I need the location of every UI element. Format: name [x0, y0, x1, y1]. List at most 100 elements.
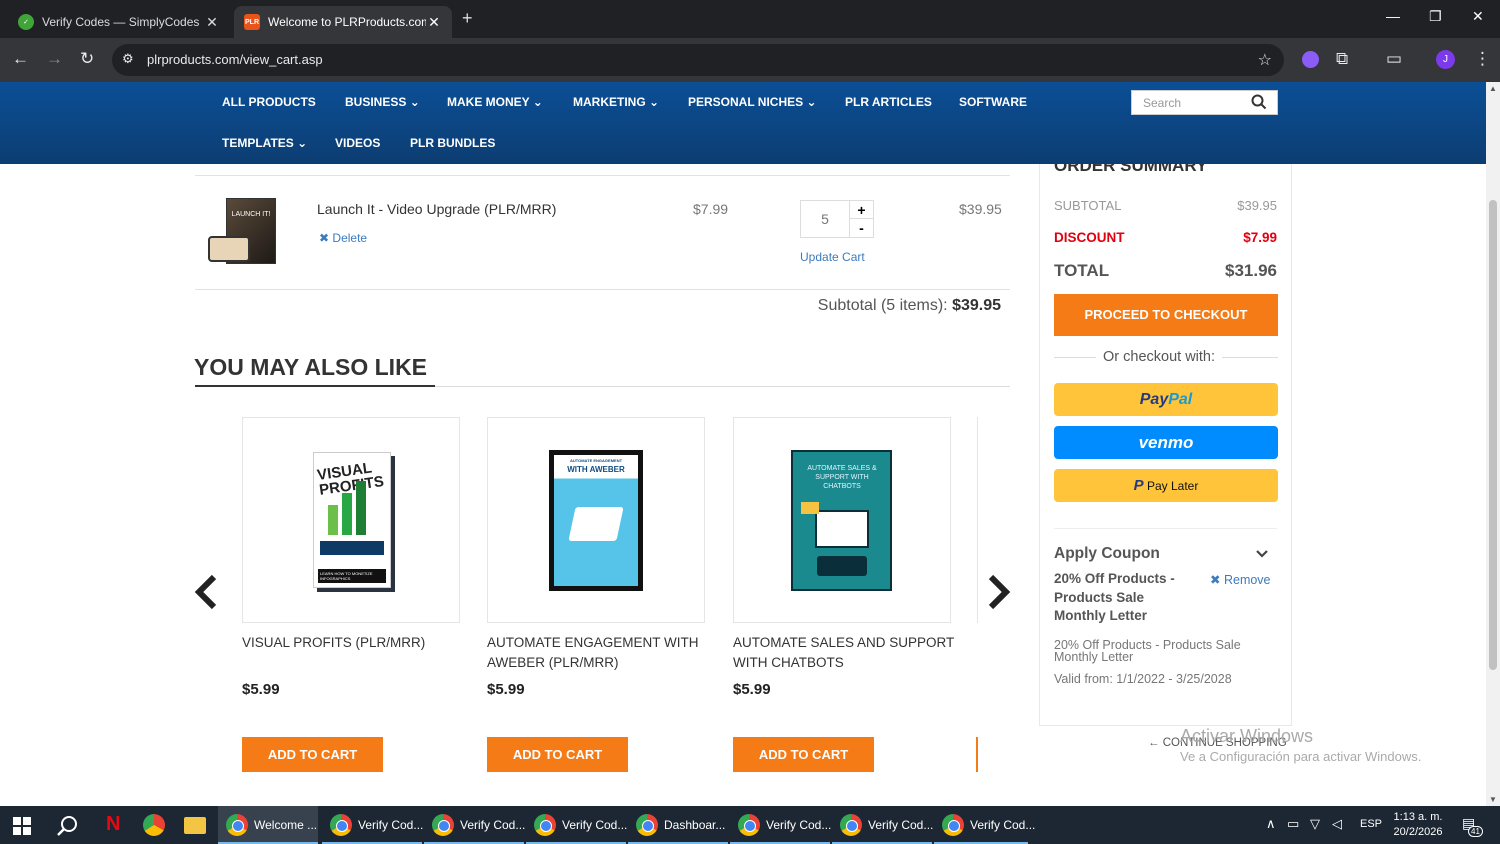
x-icon: ✖ — [319, 231, 330, 245]
delete-item-button[interactable]: ✖ Delete — [319, 231, 367, 245]
scroll-up-icon[interactable]: ▲ — [1489, 84, 1497, 93]
site-settings-icon[interactable]: ⚙ — [122, 51, 134, 67]
product-card-aweber[interactable]: AUTOMATE ENGAGEMENT WITH AWEBER — [487, 417, 705, 623]
chrome-icon — [840, 814, 862, 836]
volume-icon[interactable]: ◁ — [1332, 816, 1342, 832]
quantity-input[interactable]: 5 — [800, 200, 850, 238]
tab-plrproducts[interactable]: PLR Welcome to PLRProducts.com - ✕ — [234, 6, 452, 38]
reload-icon[interactable]: ↻ — [80, 49, 94, 69]
scroll-down-icon[interactable]: ▼ — [1489, 795, 1497, 804]
paypal-logo-pay: Pay — [1139, 391, 1169, 408]
product-name[interactable]: AUTOMATE ENGAGEMENT WITH AWEBER (PLR/MRR… — [487, 633, 712, 673]
product-card-partial — [977, 417, 978, 623]
update-cart-link[interactable]: Update Cart — [800, 250, 865, 264]
windows-start-icon[interactable] — [13, 817, 31, 835]
order-summary-title: ORDER SUMMARY — [1054, 164, 1208, 175]
forward-arrow-icon[interactable]: → — [46, 49, 63, 69]
nav-business[interactable]: BUSINESS ⌄ — [345, 95, 420, 109]
product-name[interactable]: AUTOMATE SALES AND SUPPORT WITH CHATBOTS — [733, 633, 958, 673]
nav-videos[interactable]: VIDEOS — [335, 136, 380, 150]
windows-activation-watermark: Activar Windows Ve a Configuración para … — [1180, 726, 1421, 764]
wifi-icon[interactable]: ▽ — [1310, 816, 1320, 832]
main-content: LAUNCH IT! Launch It - Video Upgrade (PL… — [0, 164, 1486, 806]
cart-item-line-total: $39.95 — [959, 201, 1002, 217]
browser-toolbar: ← → ↻ ⚙ plrproducts.com/view_cart.asp ☆ … — [0, 38, 1500, 82]
tab-verify-codes[interactable]: ✓ Verify Codes — SimplyCodes ✕ — [8, 6, 230, 38]
pay-later-button[interactable]: P Pay Later — [1054, 469, 1278, 502]
puzzle-extensions-icon[interactable]: ⧉ — [1336, 49, 1348, 69]
taskbar-app-verify-1[interactable]: Verify Cod... — [322, 806, 423, 844]
input-language[interactable]: ESP — [1360, 818, 1382, 830]
product-name[interactable]: VISUAL PROFITS (PLR/MRR) — [242, 633, 467, 653]
add-to-cart-button[interactable]: ADD TO CART — [242, 737, 383, 772]
search-icon[interactable] — [1251, 94, 1267, 110]
increment-plus-icon[interactable]: + — [850, 201, 873, 219]
scrollbar-thumb[interactable] — [1489, 200, 1497, 670]
menu-kebab-icon[interactable]: ⋮ — [1474, 49, 1491, 69]
search-icon[interactable] — [57, 815, 79, 837]
nav-plr-articles[interactable]: PLR ARTICLES — [845, 95, 932, 109]
tray-chevron-up-icon[interactable]: ∧ — [1266, 816, 1276, 832]
chevron-down-icon[interactable] — [1255, 549, 1269, 559]
decrement-minus-icon[interactable]: - — [850, 219, 873, 237]
delete-label: Delete — [332, 231, 368, 245]
taskbar-app-verify-5[interactable]: Verify Cod... — [832, 806, 933, 844]
cover-title: WITH AWEBER — [567, 465, 625, 474]
address-bar[interactable]: ⚙ plrproducts.com/view_cart.asp ☆ — [112, 44, 1284, 76]
taskbar-app-welcome[interactable]: Welcome ... — [218, 806, 318, 844]
bookmark-star-icon[interactable]: ☆ — [1258, 50, 1272, 70]
minimize-icon[interactable]: — — [1386, 8, 1400, 24]
taskbar-app-verify-4[interactable]: Verify Cod... — [730, 806, 831, 844]
taskbar-app-verify-3[interactable]: Verify Cod... — [526, 806, 627, 844]
search-input[interactable]: Search — [1131, 90, 1278, 115]
remove-coupon-button[interactable]: ✖ Remove — [1210, 572, 1271, 587]
nav-label: MAKE MONEY — [447, 95, 530, 109]
chevron-down-icon: ⌄ — [806, 95, 817, 109]
venmo-button[interactable]: venmo — [1054, 426, 1278, 459]
taskbar-app-dashboard[interactable]: Dashboar... — [628, 806, 728, 844]
watermark-title: Activar Windows — [1180, 726, 1314, 746]
proceed-to-checkout-button[interactable]: PROCEED TO CHECKOUT — [1054, 294, 1278, 336]
profile-avatar[interactable]: J — [1436, 50, 1455, 69]
product-card-chatbots[interactable]: AUTOMATE SALES & SUPPORT WITH CHATBOTS — [733, 417, 951, 623]
search-placeholder: Search — [1143, 96, 1182, 110]
cart-subtotal: Subtotal (5 items): $39.95 — [700, 297, 1001, 315]
paypal-button[interactable]: PayPal — [1054, 383, 1278, 416]
netflix-icon[interactable]: N — [106, 813, 120, 836]
summary-discount-row: DISCOUNT $7.99 — [1054, 230, 1277, 245]
cart-item-thumbnail[interactable]: LAUNCH IT! — [208, 196, 278, 266]
taskbar-app-verify-6[interactable]: Verify Cod... — [934, 806, 1035, 844]
nav-software[interactable]: SOFTWARE — [959, 95, 1027, 109]
back-arrow-icon[interactable]: ← — [12, 49, 29, 69]
close-window-icon[interactable]: ✕ — [1472, 8, 1484, 25]
product-cover-chatbots: AUTOMATE SALES & SUPPORT WITH CHATBOTS — [791, 450, 892, 591]
side-panel-icon[interactable]: ▭ — [1386, 49, 1402, 69]
nav-plr-bundles[interactable]: PLR BUNDLES — [410, 136, 495, 150]
close-tab-icon[interactable]: ✕ — [426, 14, 442, 31]
product-card-visual-profits[interactable]: VISUAL PROFITS LEARN HOW TO MONETIZE INF… — [242, 417, 460, 623]
chrome-icon — [226, 814, 248, 836]
clock[interactable]: 1:13 a. m. 20/2/2026 — [1390, 810, 1446, 840]
carousel-prev-arrow-icon[interactable] — [194, 574, 218, 610]
chrome-icon[interactable] — [143, 814, 165, 836]
add-to-cart-button[interactable]: ADD TO CART — [733, 737, 874, 772]
nav-marketing[interactable]: MARKETING ⌄ — [573, 95, 659, 109]
page-scrollbar[interactable]: ▲ ▼ — [1486, 82, 1500, 806]
cart-item-name[interactable]: Launch It - Video Upgrade (PLR/MRR) — [317, 201, 556, 217]
url-text[interactable]: plrproducts.com/view_cart.asp — [147, 52, 323, 67]
file-explorer-icon[interactable] — [184, 817, 206, 834]
restore-icon[interactable]: ❐ — [1429, 8, 1442, 25]
taskbar-app-verify-2[interactable]: Verify Cod... — [424, 806, 525, 844]
add-to-cart-button[interactable]: ADD TO CART — [487, 737, 628, 772]
product-price: $5.99 — [487, 681, 525, 698]
nav-all-products[interactable]: ALL PRODUCTS — [222, 95, 316, 109]
extension-icon[interactable] — [1302, 51, 1319, 68]
apply-coupon-heading[interactable]: Apply Coupon — [1054, 545, 1160, 563]
carousel-next-arrow-icon[interactable] — [987, 574, 1011, 610]
close-tab-icon[interactable]: ✕ — [204, 14, 220, 31]
new-tab-plus-icon[interactable]: + — [462, 8, 473, 29]
nav-templates[interactable]: TEMPLATES ⌄ — [222, 136, 307, 150]
network-icon[interactable]: ▭ — [1287, 816, 1299, 832]
nav-personal-niches[interactable]: PERSONAL NICHES ⌄ — [688, 95, 817, 109]
nav-make-money[interactable]: MAKE MONEY ⌄ — [447, 95, 543, 109]
